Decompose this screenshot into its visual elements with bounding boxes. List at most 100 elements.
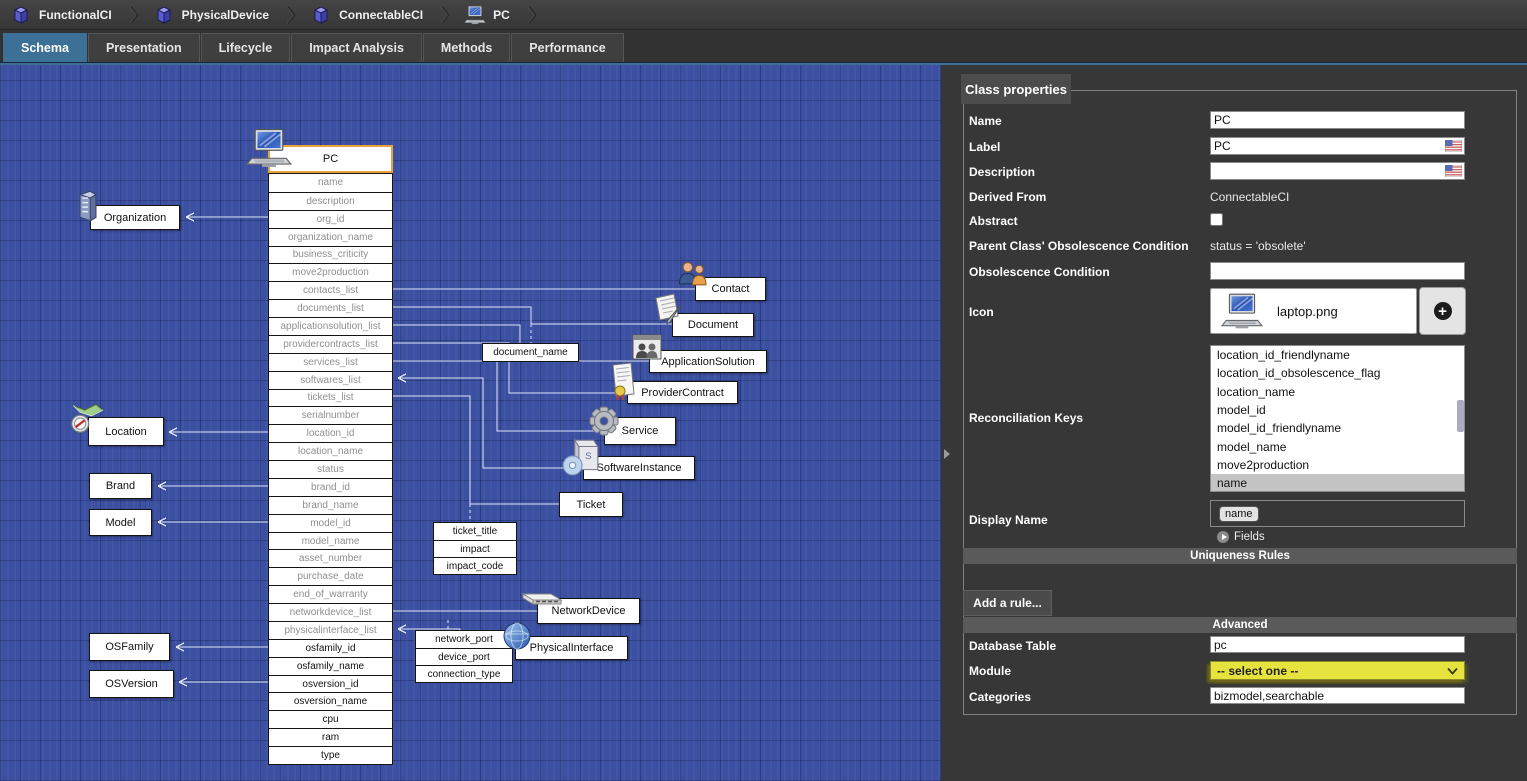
pc-attribute-label: end_of_warranty <box>293 589 368 600</box>
class-label: Organization <box>104 212 166 224</box>
pc-attribute-row[interactable]: osfamily_id <box>269 639 392 657</box>
pc-attribute-row[interactable]: providercontracts_list <box>269 335 392 353</box>
class-box-organization[interactable]: Organization <box>90 205 180 230</box>
pc-attribute-label: model_id <box>310 518 351 529</box>
breadcrumb-label: ConnectableCI <box>339 8 423 22</box>
pc-attribute-row[interactable]: contacts_list <box>269 281 392 299</box>
breadcrumb-item[interactable]: PhysicalDevice <box>151 4 308 26</box>
pc-attribute-row[interactable]: services_list <box>269 353 392 371</box>
pc-attribute-row[interactable]: purchase_date <box>269 567 392 585</box>
pc-attribute-row[interactable]: end_of_warranty <box>269 585 392 603</box>
class-box-osfamily[interactable]: OSFamily <box>89 633 170 661</box>
pc-attribute-row[interactable]: name <box>269 174 392 192</box>
icon-preview[interactable]: laptop.png <box>1210 288 1417 334</box>
pc-attribute-label: osfamily_id <box>305 643 355 654</box>
class-box-provider-contract[interactable]: ProviderContract <box>627 381 738 404</box>
breadcrumb-item[interactable]: FunctionalCI <box>8 4 151 26</box>
breadcrumb-label: PC <box>493 8 510 22</box>
class-icon <box>310 4 332 26</box>
pc-attribute-row[interactable]: documents_list <box>269 299 392 317</box>
pc-attribute-row[interactable]: org_id <box>269 210 392 228</box>
reconciliation-key-item[interactable]: location_id_friendlyname <box>1211 346 1464 364</box>
class-box-ticket[interactable]: Ticket <box>559 492 623 517</box>
pc-attribute-label: business_criticity <box>293 249 369 260</box>
breadcrumb-item[interactable]: PC <box>462 4 549 26</box>
attribute-row[interactable]: impact <box>434 540 516 557</box>
pc-attribute-row[interactable]: cpu <box>269 710 392 728</box>
network-device-icon <box>520 588 564 608</box>
pc-attribute-row[interactable]: physicalinterface_list <box>269 621 392 639</box>
description-input[interactable] <box>1210 162 1465 180</box>
add-icon-button[interactable]: + <box>1419 287 1466 335</box>
tab[interactable]: Performance <box>511 33 623 62</box>
pc-attribute-row[interactable]: tickets_list <box>269 389 392 407</box>
pc-attribute-row[interactable]: serialnumber <box>269 406 392 424</box>
tab[interactable]: Presentation <box>88 33 200 62</box>
reconciliation-key-item[interactable]: move2production <box>1211 456 1464 474</box>
attribute-row[interactable]: impact_code <box>434 557 516 574</box>
database-table-input[interactable] <box>1210 636 1465 653</box>
categories-input[interactable] <box>1210 687 1465 704</box>
attribute-row[interactable]: document_name <box>483 344 578 361</box>
pc-attribute-row[interactable]: asset_number <box>269 549 392 567</box>
pc-attribute-row[interactable]: brand_name <box>269 496 392 514</box>
reconciliation-key-item[interactable]: location_id_obsolescence_flag <box>1211 364 1464 382</box>
name-input[interactable] <box>1210 111 1465 129</box>
pc-laptop-icon <box>246 127 292 169</box>
display-name-box[interactable]: name <box>1210 500 1465 527</box>
pc-attribute-row[interactable]: applicationsolution_list <box>269 317 392 335</box>
application-solution-icon <box>630 332 664 362</box>
reconciliation-key-item[interactable]: model_id_friendlyname <box>1211 419 1464 437</box>
pc-attribute-row[interactable]: business_criticity <box>269 246 392 264</box>
attribute-row[interactable]: connection_type <box>416 665 512 682</box>
tab[interactable]: Methods <box>423 33 510 62</box>
pc-attribute-row[interactable]: model_id <box>269 514 392 532</box>
pc-attribute-row[interactable]: osversion_name <box>269 692 392 710</box>
reconciliation-keys-list[interactable]: location_id_friendlyname location_id_obs… <box>1210 345 1465 492</box>
list-scrollbar-thumb[interactable] <box>1457 400 1464 432</box>
pc-attribute-row[interactable]: organization_name <box>269 228 392 246</box>
pc-attribute-row[interactable]: location_id <box>269 424 392 442</box>
schema-diagram-canvas[interactable]: PC name description org_id organization_… <box>0 65 941 781</box>
pc-attribute-row[interactable]: osversion_id <box>269 675 392 693</box>
reconciliation-key-item[interactable]: name <box>1211 474 1464 492</box>
pc-attribute-row[interactable]: networkdevice_list <box>269 603 392 621</box>
pc-attribute-row[interactable]: ram <box>269 728 392 746</box>
breadcrumb-label: FunctionalCI <box>39 8 112 22</box>
class-box-model[interactable]: Model <box>89 509 152 536</box>
tab[interactable]: Lifecycle <box>201 33 291 62</box>
reconciliation-key-item[interactable]: model_name <box>1211 437 1464 455</box>
fields-toggle[interactable]: Fields <box>1217 531 1265 543</box>
pc-attribute-row[interactable]: osfamily_name <box>269 657 392 675</box>
pc-attribute-label: type <box>321 750 340 761</box>
add-rule-button[interactable]: Add a rule... <box>963 590 1052 616</box>
pc-attribute-row[interactable]: model_name <box>269 532 392 550</box>
class-box-application-solution[interactable]: ApplicationSolution <box>649 350 767 373</box>
tab[interactable]: Schema <box>3 33 87 62</box>
pc-attribute-row[interactable]: description <box>269 192 392 210</box>
database-table-label: Database Table <box>969 639 1056 653</box>
pc-attribute-row[interactable]: softwares_list <box>269 371 392 389</box>
attribute-row[interactable]: network_port <box>416 631 512 648</box>
reconciliation-key-item[interactable]: location_name <box>1211 383 1464 401</box>
pc-attribute-row[interactable]: location_name <box>269 442 392 460</box>
obsolescence-input[interactable] <box>1210 262 1465 280</box>
attribute-row[interactable]: ticket_title <box>434 523 516 540</box>
attribute-row[interactable]: device_port <box>416 648 512 665</box>
abstract-checkbox[interactable] <box>1210 213 1223 226</box>
reconciliation-key-item[interactable]: model_id <box>1211 401 1464 419</box>
organization-icon <box>74 189 102 223</box>
pc-attribute-row[interactable]: move2production <box>269 263 392 281</box>
class-box-document[interactable]: Document <box>672 313 754 337</box>
module-select[interactable]: -- select one -- <box>1210 661 1465 680</box>
pc-attribute-row[interactable]: status <box>269 460 392 478</box>
pc-attribute-row[interactable]: type <box>269 746 392 764</box>
software-instance-icon <box>560 436 602 478</box>
display-name-token[interactable]: name <box>1219 506 1259 522</box>
class-box-brand[interactable]: Brand <box>89 473 152 499</box>
tab[interactable]: Impact Analysis <box>291 33 422 62</box>
label-input[interactable] <box>1210 137 1465 155</box>
pc-attribute-row[interactable]: brand_id <box>269 478 392 496</box>
class-box-osversion[interactable]: OSVersion <box>89 670 174 698</box>
breadcrumb-item[interactable]: ConnectableCI <box>308 4 462 26</box>
